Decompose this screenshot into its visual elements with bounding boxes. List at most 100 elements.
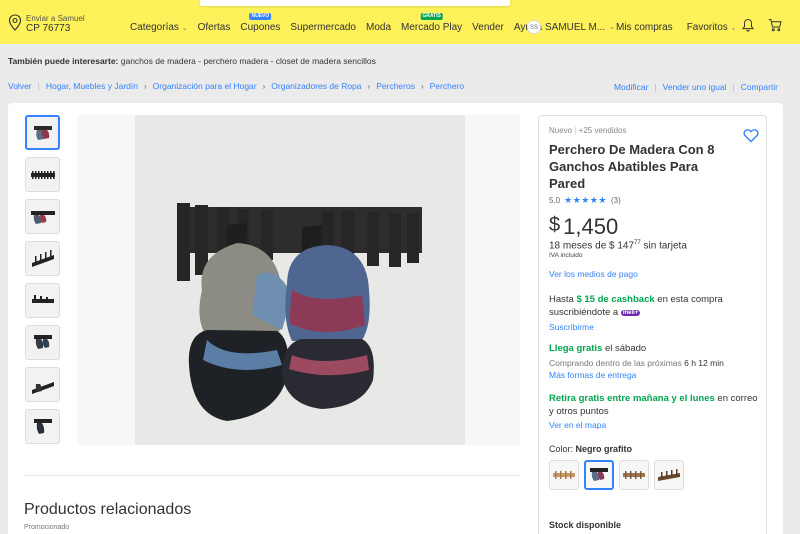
- nav-moda[interactable]: Moda: [366, 22, 391, 33]
- product-thumbnail-image: [31, 249, 54, 267]
- product-thumbnail-image: [31, 294, 54, 303]
- swatch-image: [553, 471, 575, 480]
- meli-plus-badge: meli+: [620, 310, 641, 317]
- sell-same-link[interactable]: Vender uno igual: [663, 82, 727, 92]
- product-card: Productos relacionados Promocionado Nuev…: [8, 103, 783, 534]
- delivery-location[interactable]: Enviar a Samuel CP 76773: [8, 14, 85, 34]
- top-header: Enviar a Samuel CP 76773 Categorías ⌄ Of…: [0, 0, 800, 44]
- promoted-label: Promocionado: [24, 524, 70, 531]
- chevron-right-icon: ›: [143, 81, 147, 91]
- color-label: Color: Negro grafito: [549, 444, 633, 455]
- stock-title: Stock disponible: [549, 520, 622, 531]
- rating-count: (3): [610, 196, 621, 205]
- product-thumbnail-image: [33, 125, 52, 140]
- color-swatch-light-wood[interactable]: [549, 460, 579, 491]
- breadcrumb-item[interactable]: Perchero: [430, 81, 465, 91]
- product-photo: [77, 115, 520, 445]
- subscribe-link[interactable]: Suscribirme: [549, 322, 759, 332]
- cart-icon[interactable]: [768, 18, 782, 32]
- share-link[interactable]: Compartir: [741, 82, 778, 92]
- user-menu[interactable]: SS SAMUEL M... ⌄: [527, 20, 615, 34]
- search-bar[interactable]: [200, 0, 510, 6]
- header-right-links: Mis compras Favoritos ⌄: [616, 22, 736, 33]
- pickup-info: Retira gratis entre mañana y el lunes en…: [549, 393, 758, 418]
- map-link[interactable]: Ver en el mapa: [549, 420, 759, 430]
- thumbnail[interactable]: [25, 283, 60, 318]
- chevron-right-icon: ›: [367, 81, 371, 91]
- chevron-right-icon: ›: [262, 81, 266, 91]
- tax-note: IVA incluido: [549, 252, 583, 260]
- thumbnail[interactable]: [25, 409, 60, 444]
- swatch-image: [590, 468, 608, 482]
- color-swatch-natural-wood[interactable]: [619, 460, 649, 491]
- main-product-image[interactable]: [77, 115, 520, 445]
- product-thumbnail-image: [33, 334, 52, 349]
- product-thumbnail-image: [30, 170, 55, 179]
- installments: 18 meses de $ 14777 sin tarjeta: [549, 240, 687, 252]
- condition: Nuevo: [549, 126, 573, 135]
- swatch-image: [623, 471, 645, 480]
- related-products-title: Productos relacionados: [24, 501, 192, 518]
- more-delivery-link[interactable]: Más formas de entrega: [549, 370, 759, 380]
- breadcrumb-item[interactable]: Organización para el Hogar: [153, 81, 257, 91]
- thumbnail[interactable]: [25, 199, 60, 234]
- chevron-down-icon: ⌄: [609, 24, 616, 31]
- currency-symbol: $: [549, 214, 561, 236]
- rating[interactable]: 5.0 ★★★★★ (3): [549, 195, 759, 206]
- thumbnail[interactable]: [25, 367, 60, 402]
- thumbnail[interactable]: [25, 157, 60, 192]
- nav-categorias[interactable]: Categorías ⌄: [130, 22, 188, 33]
- product-thumbnail-image: [31, 381, 54, 394]
- payment-methods-link[interactable]: Ver los medios de pago: [549, 269, 759, 279]
- buy-box: Nuevo | +25 vendidos Perchero De Madera …: [538, 115, 767, 534]
- nav-mercado-play[interactable]: GRATIS Mercado Play: [401, 13, 462, 33]
- free-badge: GRATIS: [420, 13, 443, 20]
- breadcrumb-item[interactable]: Organizadores de Ropa: [271, 81, 361, 91]
- nav-vender[interactable]: Vender: [472, 22, 504, 33]
- rating-value: 5.0: [549, 196, 561, 205]
- condition-sold: Nuevo | +25 vendidos: [549, 126, 759, 135]
- related-searches-links[interactable]: ganchos de madera - perchero madera - cl…: [121, 56, 376, 66]
- installments-cents: 77: [634, 240, 641, 246]
- color-swatch-black[interactable]: [584, 460, 614, 491]
- price: $ 1,450: [549, 214, 759, 240]
- product-title: Perchero De Madera Con 8 Ganchos Abatibl…: [549, 142, 715, 191]
- separator: |: [732, 82, 735, 92]
- location-line2: CP 76773: [26, 23, 71, 34]
- user-name: SAMUEL M...: [545, 21, 606, 33]
- avatar: SS: [527, 20, 541, 34]
- color-swatch-dark-wood[interactable]: [654, 460, 684, 491]
- nav-supermercado[interactable]: Supermercado: [290, 22, 356, 33]
- heart-icon[interactable]: [743, 128, 759, 143]
- nav-cupones[interactable]: NUEVO Cupones: [240, 13, 280, 33]
- cashback-offer: Hasta $ 15 de cashback en esta compra su…: [549, 294, 723, 319]
- delivery-info: Llega gratis el sábado: [549, 343, 647, 355]
- thumbnail[interactable]: [25, 241, 60, 276]
- thumbnail[interactable]: [25, 115, 60, 150]
- thumbnail[interactable]: [25, 325, 60, 360]
- product-thumbnail-image: [30, 210, 55, 224]
- product-thumbnail-image: [33, 418, 52, 434]
- my-purchases-link[interactable]: Mis compras: [616, 22, 673, 33]
- chevron-down-icon: ⌄: [730, 25, 737, 32]
- bell-icon[interactable]: [742, 18, 754, 32]
- back-link[interactable]: Volver: [8, 81, 32, 91]
- separator: |: [654, 82, 657, 92]
- section-divider: [24, 475, 520, 476]
- swatch-image: [658, 469, 680, 482]
- separator: |: [37, 81, 40, 91]
- chevron-right-icon: ›: [420, 81, 424, 91]
- breadcrumb-item[interactable]: Percheros: [376, 81, 415, 91]
- new-badge: NUEVO: [249, 13, 272, 20]
- modify-link[interactable]: Modificar: [614, 82, 648, 92]
- favorites-link[interactable]: Favoritos ⌄: [687, 22, 737, 33]
- location-line1: Enviar a Samuel: [26, 14, 85, 23]
- nav-ofertas[interactable]: Ofertas: [198, 22, 231, 33]
- delivery-countdown: Comprando dentro de las próximas 6 h 12 …: [549, 358, 724, 369]
- thumbnail-list: [25, 115, 60, 444]
- sold-count: +25 vendidos: [578, 126, 627, 135]
- breadcrumb-item[interactable]: Hogar, Muebles y Jardín: [46, 81, 138, 91]
- main-nav: Categorías ⌄ Ofertas NUEVO Cupones Superm…: [130, 13, 542, 33]
- color-swatches: [549, 460, 759, 491]
- selected-color: Negro grafito: [575, 444, 633, 455]
